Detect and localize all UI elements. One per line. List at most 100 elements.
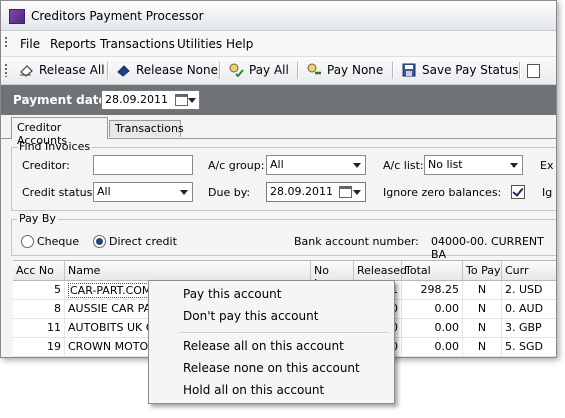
pay-none-icon	[306, 63, 322, 77]
col-to-pay[interactable]: To Pay	[463, 261, 502, 280]
ac-group-value: All	[270, 158, 284, 171]
pay-all-button[interactable]: Pay All	[228, 61, 289, 79]
calendar-icon	[339, 186, 352, 198]
save-icon	[401, 63, 417, 77]
col-total[interactable]: Total	[402, 261, 463, 280]
cell-to-pay: N	[463, 300, 502, 318]
ignore-zero-label: Ignore zero balances:	[383, 186, 502, 199]
ctx-dont-pay-this-account[interactable]: Don't pay this account	[183, 309, 318, 323]
cheque-label: Cheque	[37, 235, 80, 248]
credit-status-value: All	[97, 185, 111, 198]
ignore-zero-checkbox[interactable]	[511, 185, 525, 199]
due-by-picker[interactable]: 28.09.2011	[266, 182, 366, 202]
ig-label: Ig	[542, 186, 553, 199]
menubar-grip-icon[interactable]	[5, 37, 7, 49]
ac-list-label: A/c list:	[383, 159, 424, 172]
title-bar: Creditors Payment Processor	[1, 1, 556, 31]
pay-none-button[interactable]: Pay None	[306, 61, 383, 79]
toolbar-separator	[392, 62, 394, 79]
tab-strip: Creditor Accounts Transactions	[1, 117, 556, 147]
cell-to-pay: N	[463, 338, 502, 356]
window-title: Creditors Payment Processor	[31, 9, 204, 23]
release-all-button[interactable]: Release All	[18, 61, 105, 79]
chevron-down-icon	[510, 163, 518, 168]
credit-status-label: Credit status:	[22, 186, 97, 199]
toolbar-grip-icon[interactable]	[5, 64, 7, 77]
tab-transactions[interactable]: Transactions	[109, 120, 184, 137]
cell-total: 298.25	[402, 281, 463, 299]
save-pay-status-label: Save Pay Status	[422, 63, 519, 77]
cell-total: 0.00	[402, 319, 463, 337]
payment-date-label: Payment date:	[13, 93, 112, 107]
cell-total: 0.00	[402, 300, 463, 318]
release-none-icon	[115, 63, 131, 77]
ctx-release-none[interactable]: Release none on this account	[183, 361, 360, 375]
menu-file[interactable]: File	[20, 37, 40, 51]
menu-transactions[interactable]: Transactions	[100, 37, 175, 51]
save-pay-status-button[interactable]: Save Pay Status	[401, 61, 518, 79]
ac-group-label: A/c group:	[208, 159, 265, 172]
cell-to-pay: N	[463, 319, 502, 337]
menu-reports[interactable]: Reports	[50, 37, 96, 51]
bank-account-value: 04000-00. CURRENT BA	[431, 235, 544, 261]
pay-by-title: Pay By	[17, 212, 58, 225]
context-menu: Pay this account Don't pay this account …	[148, 280, 395, 404]
app-icon	[9, 9, 25, 24]
chevron-down-icon	[353, 190, 361, 195]
direct-credit-label: Direct credit	[109, 235, 177, 248]
release-all-label: Release All	[39, 63, 105, 77]
payment-date-value: 28.09.2011	[105, 93, 168, 106]
payment-date-picker[interactable]: 28.09.2011	[101, 90, 200, 110]
ctx-release-all[interactable]: Release all on this account	[183, 339, 344, 353]
cheque-radio[interactable]	[21, 235, 34, 248]
creditor-label: Creditor:	[22, 159, 70, 172]
pay-all-icon	[228, 63, 244, 78]
release-none-button[interactable]: Release None	[115, 61, 218, 79]
cell-acc-no: 5	[13, 281, 65, 299]
cell-acc-no: 8	[13, 300, 65, 318]
ctx-pay-this-account[interactable]: Pay this account	[183, 287, 281, 301]
due-by-value: 28.09.2011	[270, 185, 333, 198]
ac-list-select[interactable]: No list	[424, 155, 523, 175]
col-no-invs[interactable]: No Invs	[311, 261, 354, 290]
more-toolbar-icon[interactable]	[527, 64, 540, 78]
menu-bar: File Reports Transactions Utilities Help	[1, 31, 556, 55]
ex-label: Ex	[540, 159, 554, 172]
release-none-label: Release None	[136, 63, 219, 77]
chevron-down-icon	[180, 190, 188, 195]
col-name[interactable]: Name	[65, 261, 311, 280]
cell-to-pay: N	[463, 281, 502, 299]
cell-acc-no: 19	[13, 338, 65, 356]
ctx-hold-all[interactable]: Hold all on this account	[183, 383, 324, 397]
menu-help[interactable]: Help	[226, 37, 253, 51]
cell-acc-no: 11	[13, 319, 65, 337]
calendar-icon	[175, 94, 188, 106]
ac-group-select[interactable]: All	[266, 155, 366, 175]
due-by-label: Due by:	[208, 186, 251, 199]
cell-curr: 3. GBP	[502, 319, 556, 337]
ctx-separator	[179, 332, 389, 334]
cell-total: 0.00	[402, 338, 463, 356]
credit-status-select[interactable]: All	[93, 182, 193, 202]
bank-account-label: Bank account number:	[294, 235, 419, 248]
col-released[interactable]: Released	[354, 261, 407, 280]
col-acc-no[interactable]: Acc No	[13, 261, 65, 280]
chevron-down-icon	[188, 98, 196, 103]
tab-creditor-accounts[interactable]: Creditor Accounts	[11, 117, 108, 147]
ac-list-value: No list	[428, 158, 463, 171]
pay-all-label: Pay All	[249, 63, 289, 77]
creditor-input[interactable]	[93, 155, 193, 175]
toolbar-separator	[107, 62, 109, 79]
toolbar-separator	[219, 62, 221, 79]
direct-credit-radio[interactable]	[93, 235, 106, 248]
toolbar-separator	[519, 62, 521, 79]
chevron-down-icon	[353, 163, 361, 168]
col-curr[interactable]: Curr	[502, 261, 556, 280]
grid-header: Acc No Name No Invs Released Total To Pa…	[13, 261, 556, 290]
tab-transactions-label: Transactions	[115, 122, 184, 135]
cell-curr: 5. SGD	[502, 338, 556, 356]
menu-utilities[interactable]: Utilities	[177, 37, 222, 51]
release-all-icon	[18, 63, 34, 77]
tab-creditor-accounts-label: Creditor Accounts	[17, 121, 68, 147]
payment-date-bar: Payment date: 28.09.2011	[1, 85, 556, 115]
